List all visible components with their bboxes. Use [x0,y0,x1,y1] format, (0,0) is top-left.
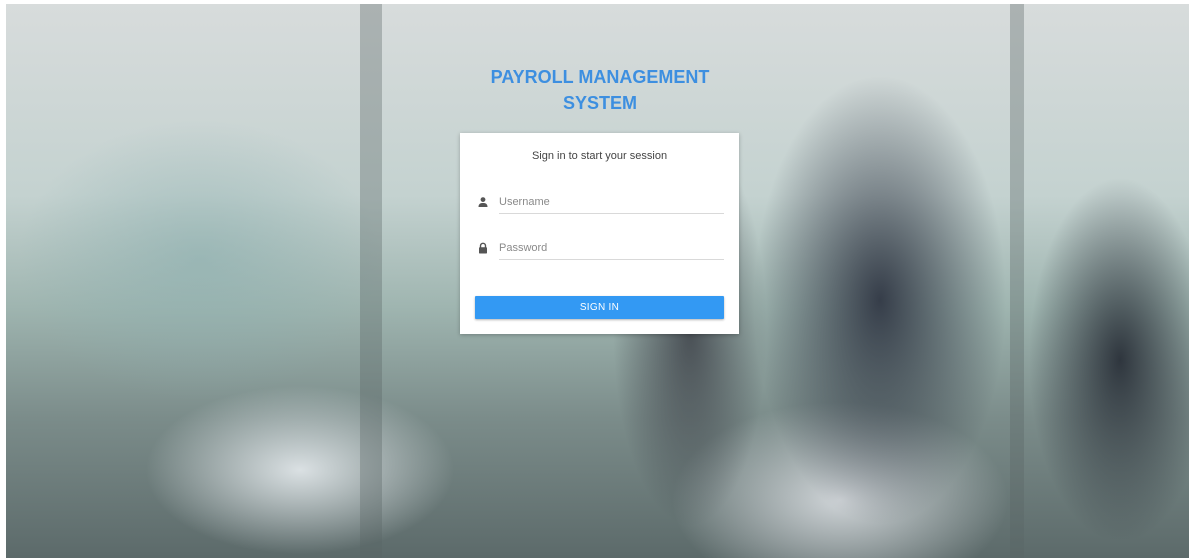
password-input[interactable] [499,237,724,260]
window-pillar [360,0,382,558]
login-card: Sign in to start your session SIGN IN [460,133,739,334]
page-title-line1: PAYROLL MANAGEMENT [490,67,710,87]
sign-in-button[interactable]: SIGN IN [475,296,724,319]
frame-left [0,0,6,558]
username-input[interactable] [499,191,724,214]
user-icon [478,197,488,207]
page-title-line2: SYSTEM [562,93,637,113]
password-field-group [475,237,724,261]
username-field-group [475,191,724,215]
login-subtitle: Sign in to start your session [531,150,668,162]
window-pillar [1010,0,1024,558]
page-title: PAYROLL MANAGEMENT SYSTEM [460,64,740,116]
lock-icon [479,242,487,254]
frame-top [0,0,1191,4]
